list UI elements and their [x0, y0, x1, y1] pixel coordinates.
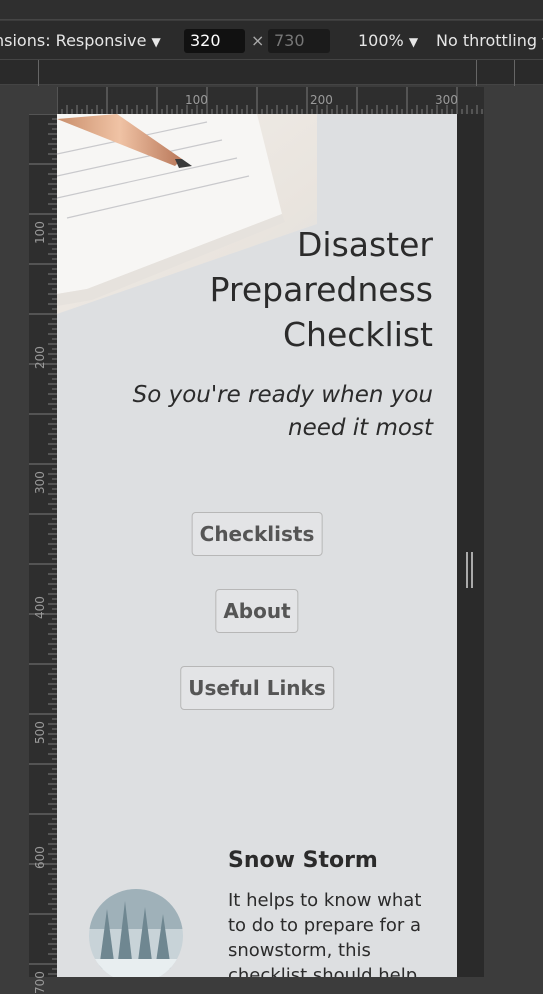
subtitle-line: So you're ready when you — [132, 382, 433, 408]
zoom-dropdown[interactable]: 100% ▼ — [358, 31, 418, 50]
subtitle-line: need it most — [288, 415, 433, 441]
title-line: Checklist — [283, 315, 433, 354]
devtools-top-strip — [0, 0, 543, 20]
emulated-viewport: Disaster Preparedness Checklist So you'r… — [57, 114, 457, 977]
throttle-label: No throttling — [436, 31, 538, 50]
media-query-bar[interactable] — [0, 59, 543, 86]
ruler-label: 400 — [33, 596, 47, 619]
snowy-forest-image — [89, 889, 183, 977]
ruler-label: 700 — [33, 971, 47, 994]
times-icon: × — [251, 31, 265, 50]
ruler-label: 300 — [435, 93, 458, 107]
chevron-down-icon: ▼ — [408, 35, 419, 49]
vertical-ruler: 100 200 300 400 500 600 700 — [29, 113, 57, 994]
ruler-label: 300 — [33, 471, 47, 494]
dimensions-dropdown[interactable]: nsions: Responsive ▼ — [0, 31, 161, 50]
page-subtitle: So you're ready when you need it most — [93, 379, 433, 445]
media-query-marker — [476, 60, 477, 86]
width-input[interactable]: 320 — [184, 29, 245, 53]
useful-links-button[interactable]: Useful Links — [180, 666, 334, 710]
card-title: Snow Storm — [228, 848, 378, 873]
ruler-label: 100 — [33, 221, 47, 244]
height-input[interactable]: 730 — [268, 29, 330, 53]
title-line: Preparedness — [209, 270, 433, 309]
horizontal-ruler: 100 200 300 — [56, 87, 484, 114]
media-query-marker — [38, 60, 39, 86]
zoom-label: 100% — [358, 31, 404, 50]
throttle-dropdown[interactable]: No throttling ▼ — [436, 31, 543, 50]
chevron-down-icon: ▼ — [151, 35, 161, 49]
viewport-side-gutter — [457, 114, 484, 977]
title-line: Disaster — [297, 225, 433, 264]
media-query-marker — [514, 60, 515, 86]
ruler-label: 200 — [33, 346, 47, 369]
about-button[interactable]: About — [215, 589, 299, 633]
ruler-label: 200 — [310, 93, 333, 107]
horizontal-ruler-ticks — [56, 87, 483, 114]
checklists-button[interactable]: Checklists — [191, 512, 323, 556]
ruler-label: 600 — [33, 846, 47, 869]
ruler-label: 100 — [185, 93, 208, 107]
page-title: Disaster Preparedness Checklist — [133, 222, 433, 357]
device-toolbar: nsions: Responsive ▼ 320 × 730 100% ▼ No… — [0, 21, 543, 59]
ruler-label: 500 — [33, 721, 47, 744]
resize-handle-icon[interactable] — [466, 552, 475, 588]
dimensions-label: nsions: Responsive — [0, 31, 147, 50]
card-description: It helps to know what to do to prepare f… — [228, 890, 422, 977]
